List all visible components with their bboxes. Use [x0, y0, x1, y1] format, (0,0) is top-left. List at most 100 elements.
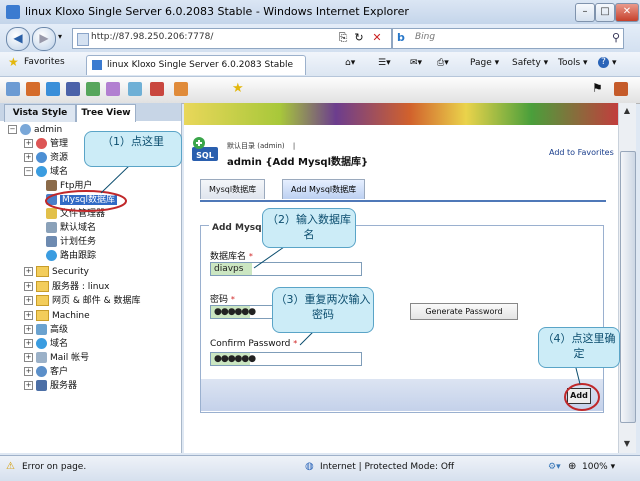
tree-item[interactable]: + 服务器 [24, 380, 77, 393]
users-icon[interactable] [26, 82, 40, 96]
help-flag-icon[interactable]: ⚑ [592, 81, 603, 95]
folder-icon [36, 310, 49, 321]
print-icon[interactable]: ⎙▾ [437, 58, 449, 68]
callout-step-4: （4）点这里确定 [538, 327, 620, 368]
window-title: linux Kloxo Single Server 6.0.2083 Stabl… [25, 5, 409, 18]
maximize-button[interactable]: □ [595, 3, 615, 22]
database-icon[interactable] [86, 82, 100, 96]
bing-logo: b [397, 31, 405, 44]
favorite-star-icon[interactable]: ★ [232, 81, 244, 96]
database-icon [46, 194, 57, 205]
globe-icon: ◍ [305, 461, 314, 472]
help-icon[interactable]: ? [598, 57, 609, 68]
dbname-field[interactable]: diavps [210, 262, 362, 276]
tree-item-mysql[interactable]: Mysql数据库 [46, 194, 117, 207]
confirm-password-label: Confirm Password * [210, 339, 298, 349]
home-icon[interactable] [6, 82, 20, 96]
security-zone[interactable]: Internet | Protected Mode: Off [320, 462, 454, 472]
favorites-button[interactable]: Favorites [24, 57, 65, 67]
stop-icon[interactable]: ✕ [371, 32, 383, 44]
tree-item[interactable]: + 网页 & 邮件 & 数据库 [24, 295, 140, 308]
tree-item[interactable]: + Machine [24, 310, 90, 323]
chevron-down-icon[interactable]: ▾ [612, 58, 617, 68]
scroll-up-icon[interactable]: ▲ [620, 104, 634, 118]
tab-vista-style[interactable]: Vista Style [4, 104, 76, 122]
search-input[interactable]: b Bing ⚲ [392, 28, 624, 49]
minimize-button[interactable]: – [575, 3, 595, 22]
tab-tree-view[interactable]: Tree View [76, 104, 136, 122]
client-icon [36, 366, 47, 377]
tools-menu[interactable]: Tools ▾ [558, 58, 588, 68]
tree-item[interactable]: + 高级 [24, 324, 68, 337]
feeds-icon[interactable]: ☰▾ [378, 58, 391, 68]
breadcrumb-link[interactable]: 默认目录 [227, 142, 255, 150]
tree-item[interactable]: + Security [24, 266, 89, 279]
close-button[interactable]: ✕ [615, 3, 639, 22]
tree-item[interactable]: − 域名 [24, 166, 68, 179]
ie-icon [6, 5, 20, 19]
generate-password-button[interactable]: Generate Password [410, 303, 518, 320]
user-icon [20, 124, 31, 135]
forward-button[interactable]: ▶ [32, 27, 56, 51]
page-menu[interactable]: Page ▾ [470, 58, 499, 68]
security-icon[interactable] [150, 82, 164, 96]
home-icon[interactable]: ⌂▾ [345, 58, 355, 68]
password-mask: ●●●●●● [211, 306, 256, 318]
logout-icon[interactable] [614, 82, 628, 96]
resource-icon [36, 152, 47, 163]
scroll-thumb[interactable] [620, 151, 636, 423]
file-manager-icon [46, 208, 57, 219]
settings-icon[interactable] [128, 82, 142, 96]
scroll-down-icon[interactable]: ▼ [620, 437, 634, 451]
mail-icon[interactable] [66, 82, 80, 96]
window-titlebar: linux Kloxo Single Server 6.0.2083 Stabl… [0, 0, 640, 25]
safety-menu[interactable]: Safety ▾ [512, 58, 548, 68]
advanced-icon [36, 324, 47, 335]
warning-icon[interactable]: ⚠ [6, 461, 15, 472]
tree-item[interactable]: 默认域名 [46, 222, 96, 235]
tree-item[interactable]: + Mail 帐号 [24, 352, 89, 365]
breadcrumb-separator: | [292, 142, 296, 150]
folder-icon [36, 266, 49, 277]
mail-icon[interactable]: ✉▾ [410, 58, 422, 68]
callout-step-1: （1）点这里 [84, 131, 182, 167]
back-button[interactable]: ◀ [6, 27, 30, 51]
confirm-password-field[interactable]: ●●●●●● [210, 352, 362, 366]
search-icon[interactable]: ⚲ [612, 31, 620, 44]
vertical-scrollbar[interactable]: ▲ ▼ [618, 103, 636, 453]
tab-icon [92, 60, 102, 70]
protected-mode-icon[interactable]: ⚙▾ [548, 462, 561, 472]
add-button[interactable]: Add [567, 388, 591, 404]
tree-item[interactable]: + 管理 [24, 138, 68, 151]
address-field[interactable]: http://87.98.250.206:7778/ ⎘ ↻ ✕ [72, 28, 392, 49]
page-icon [77, 33, 89, 46]
tree-item[interactable]: 文件管理器 [46, 208, 105, 221]
tab-mysql-databases[interactable]: Mysql数据库 [200, 179, 266, 199]
mysql-logo: SQL [190, 135, 220, 163]
browser-tab[interactable]: linux Kloxo Single Server 6.0.2083 Stabl… [86, 55, 306, 75]
web-icon[interactable] [46, 82, 60, 96]
refresh-icon[interactable]: ↻ [353, 32, 365, 44]
default-domain-icon [46, 222, 57, 233]
tree-item[interactable]: 计划任务 [46, 236, 96, 249]
app-toolbar: ★ ⚑ [0, 77, 640, 104]
tab-add-mysql-database[interactable]: Add Mysql数据库 [282, 179, 366, 199]
tree-item[interactable]: + 域名 [24, 338, 68, 351]
tree-item[interactable]: + 资源 [24, 152, 68, 165]
add-to-favorites-link[interactable]: Add to Favorites [549, 148, 614, 157]
compat-view-icon[interactable]: ⎘ [337, 32, 349, 44]
tree-item[interactable]: 路由跟踪 [46, 250, 96, 263]
status-text: Error on page. [22, 462, 87, 472]
tree-item-ftp[interactable]: Ftp用户 [46, 180, 92, 193]
tree-root[interactable]: − admin [8, 124, 62, 137]
chevron-down-icon[interactable]: ▾ [58, 32, 62, 41]
zoom-level[interactable]: 100% ▾ [582, 462, 615, 472]
upload-icon[interactable] [174, 82, 188, 96]
stats-icon[interactable] [106, 82, 120, 96]
tree-item[interactable]: + 客户 [24, 366, 68, 379]
main-content: SQL 默认目录 (admin) | admin {Add Mysql数据库} … [184, 103, 618, 453]
search-placeholder: Bing [415, 32, 436, 42]
tree-item[interactable]: + 服务器 : linux [24, 281, 110, 294]
address-url: http://87.98.250.206:7778/ [91, 32, 214, 42]
favorites-star-icon: ★ [8, 55, 19, 69]
